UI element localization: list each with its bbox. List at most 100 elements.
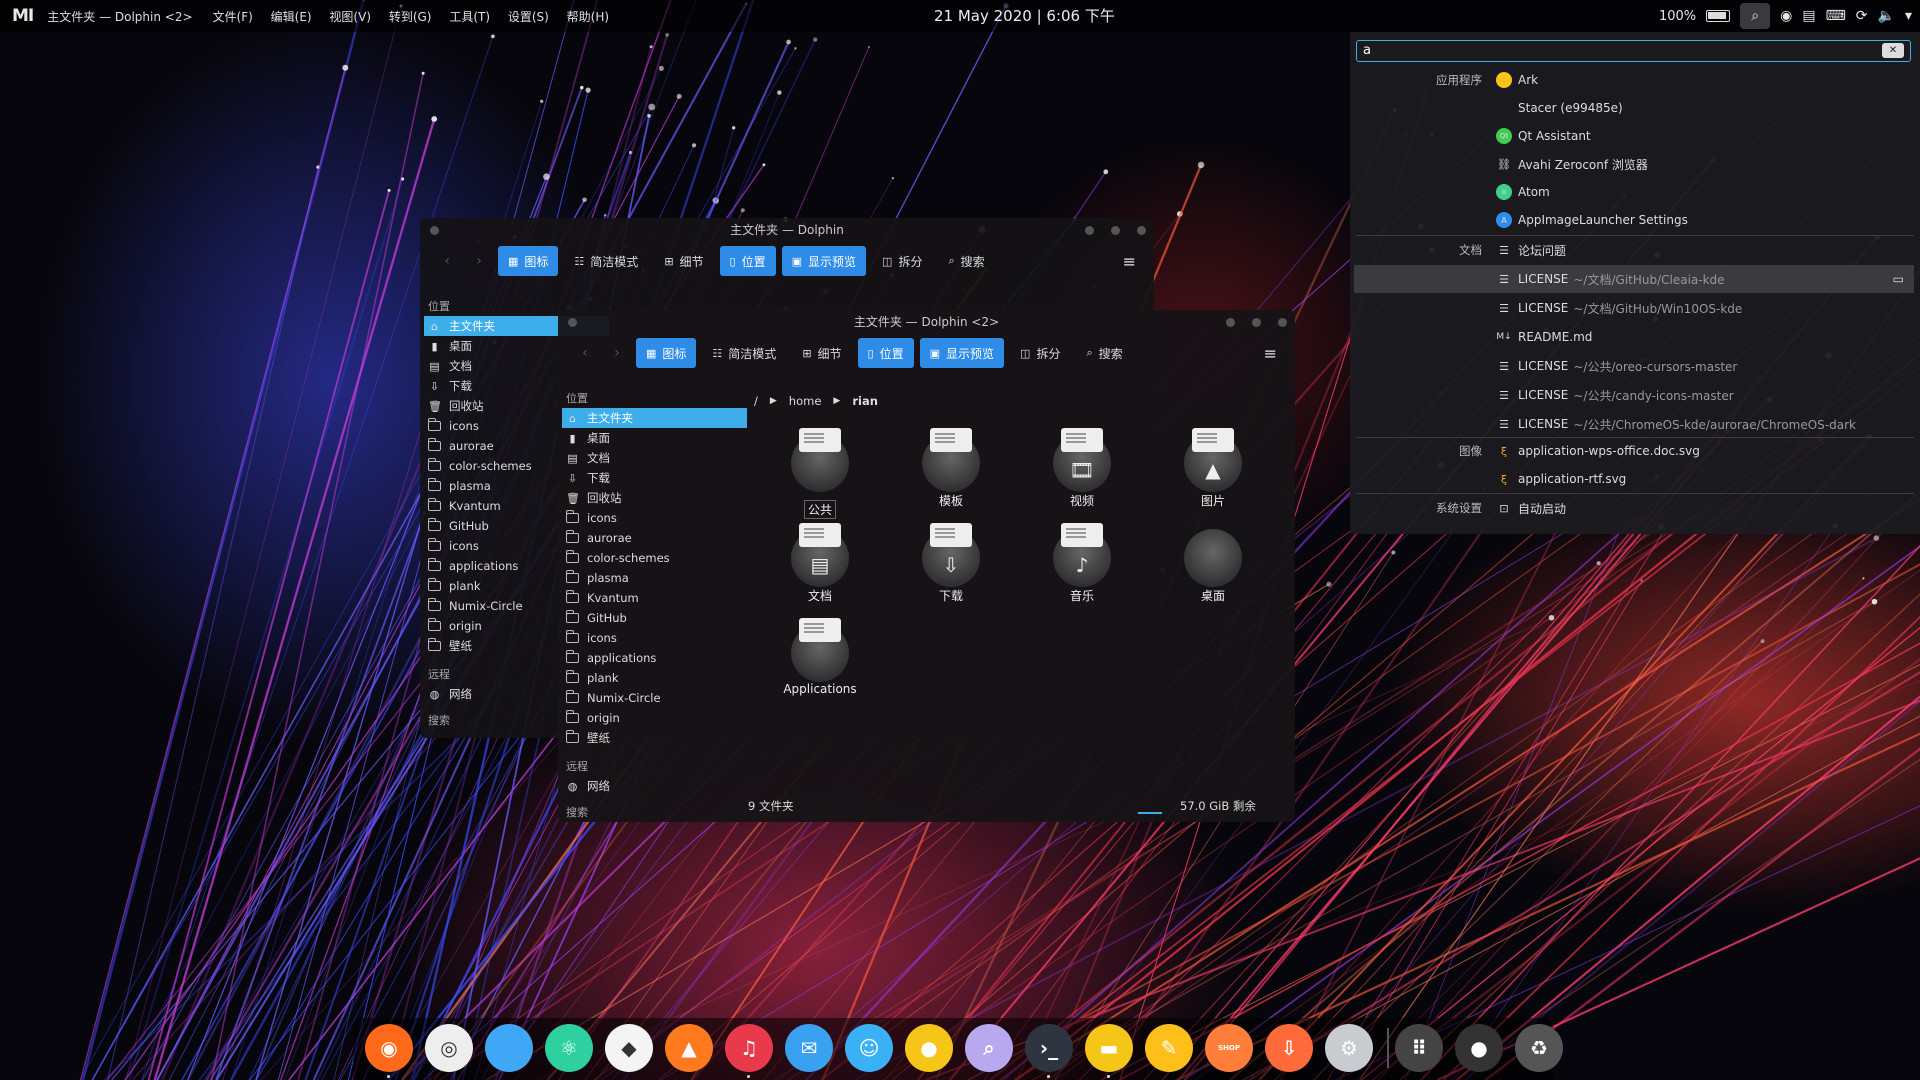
sidebar-item-folder[interactable]: plasma [562, 568, 747, 588]
hamburger-menu-icon[interactable]: ≡ [1264, 344, 1277, 363]
settings-icon[interactable]: ⚙ [1325, 1024, 1373, 1072]
result-row[interactable]: 应用程序 Ark [1350, 66, 1920, 94]
sidebar-item-folder[interactable]: icons [562, 508, 747, 528]
shop-icon[interactable]: SHOP [1205, 1024, 1253, 1072]
sidebar-item-folder[interactable]: 壁纸 [562, 728, 747, 748]
files-icon[interactable]: ▬ [1085, 1024, 1133, 1072]
clipboard-icon[interactable]: ▤ [1802, 8, 1815, 24]
krunner-search-input[interactable]: a ✕ [1356, 40, 1911, 62]
search-button[interactable]: ⌕ [1740, 3, 1771, 29]
menu-edit[interactable]: 编辑(E) [271, 10, 312, 24]
view-compact-button[interactable]: ☷ 简洁模式 [564, 246, 648, 276]
breadcrumb-home[interactable]: home [789, 394, 822, 408]
file-item[interactable]: ▤ 文档 [772, 523, 868, 604]
breadcrumb-user[interactable]: rian [852, 394, 878, 408]
preview-button[interactable]: ▣ 显示预览 [781, 246, 867, 276]
view-icons-button[interactable]: ▦ 图标 [636, 338, 697, 368]
zoom-slider[interactable] [1138, 812, 1162, 814]
view-icons-button[interactable]: ▦ 图标 [498, 246, 559, 276]
download-icon[interactable]: ⇩ [1265, 1024, 1313, 1072]
result-row[interactable]: ξ application-rtf.svg [1350, 465, 1920, 493]
netease-music-icon[interactable]: ♫ [725, 1024, 773, 1072]
forward-icon[interactable]: › [466, 253, 492, 269]
apps-grid-icon[interactable]: ⠿ [1395, 1024, 1443, 1072]
result-row[interactable]: ⛓ Avahi Zeroconf 浏览器 [1350, 150, 1920, 178]
window-menu-icon[interactable] [568, 318, 577, 327]
location-button[interactable]: ▯ 位置 [719, 246, 776, 276]
sidebar-item-folder[interactable]: plank [562, 668, 747, 688]
forward-icon[interactable]: › [604, 345, 630, 361]
editor-icon[interactable]: ✎ [1145, 1024, 1193, 1072]
minimize-icon[interactable] [1226, 318, 1235, 327]
window-menu-icon[interactable] [430, 226, 439, 235]
window-titlebar[interactable]: 主文件夹 — Dolphin [420, 218, 1154, 242]
sidebar-item-home[interactable]: ⌂ 主文件夹 [562, 408, 747, 428]
inkscape-icon[interactable]: ◆ [605, 1024, 653, 1072]
window-titlebar[interactable]: 主文件夹 — Dolphin <2> [558, 310, 1295, 334]
hamburger-menu-icon[interactable]: ≡ [1123, 252, 1136, 271]
sidebar-item-folder[interactable]: origin [562, 708, 747, 728]
result-row[interactable]: M↓ README.md [1350, 323, 1920, 351]
sidebar-item-folder[interactable]: Kvantum [562, 588, 747, 608]
vlc-icon[interactable]: ▲ [665, 1024, 713, 1072]
volume-icon[interactable]: 🔈 [1878, 8, 1895, 24]
result-row[interactable]: ⚛ Atom [1350, 178, 1920, 206]
view-compact-button[interactable]: ☷ 简洁模式 [702, 338, 786, 368]
battery-icon[interactable] [1706, 10, 1731, 22]
maximize-icon[interactable] [1111, 226, 1120, 235]
result-row[interactable]: ☰ LICENSE ~/公共/oreo-cursors-master [1350, 352, 1920, 380]
sidebar-item-documents[interactable]: ▤ 文档 [562, 448, 747, 468]
menu-settings[interactable]: 设置(S) [508, 10, 549, 24]
menu-tools[interactable]: 工具(T) [449, 10, 490, 24]
result-row[interactable]: ☰ LICENSE ~/公共/candy-icons-master [1350, 381, 1920, 409]
atom-icon[interactable]: ⚛ [545, 1024, 593, 1072]
result-row[interactable]: 文档 ☰ 论坛问题 [1350, 236, 1920, 264]
file-item[interactable]: Applications [772, 618, 868, 696]
location-button[interactable]: ▯ 位置 [857, 338, 914, 368]
sidebar-item-desktop[interactable]: ▮ 桌面 [562, 428, 747, 448]
menu-file[interactable]: 文件(F) [213, 10, 253, 24]
clock[interactable]: 21 May 2020 | 6:06 下午 [934, 0, 1115, 32]
menu-view[interactable]: 视图(V) [329, 10, 371, 24]
view-details-button[interactable]: ⊞ 细节 [792, 338, 851, 368]
result-row-highlighted[interactable]: ☰ LICENSE ~/文档/GitHub/Cleaia-kde ▭ [1354, 265, 1914, 293]
split-button[interactable]: ◫ 拆分 [1010, 338, 1070, 368]
dolphin-window-front[interactable]: 主文件夹 — Dolphin <2> ‹ › ▦ 图标 ☷ 简洁模式 ⊞ 细节 ▯ 位置… [558, 310, 1295, 822]
desktop-icon[interactable]: ● [1455, 1024, 1503, 1072]
back-icon[interactable]: ‹ [572, 345, 598, 361]
battery-percent[interactable]: 100% [1659, 9, 1696, 24]
maximize-icon[interactable] [1252, 318, 1261, 327]
github-icon[interactable] [485, 1024, 533, 1072]
menu-go[interactable]: 转到(G) [389, 10, 432, 24]
mi-logo[interactable]: MI [12, 6, 34, 26]
search-button[interactable]: ⌕ 搜索 [1076, 338, 1132, 368]
qq-icon[interactable]: ☺ [845, 1024, 893, 1072]
result-row[interactable]: Stacer (e99485e) [1350, 94, 1920, 122]
result-row[interactable]: 系统设置 ⊡ 自动启动 [1350, 494, 1920, 522]
browser-icon[interactable]: ◎ [425, 1024, 473, 1072]
split-button[interactable]: ◫ 拆分 [872, 246, 932, 276]
open-folder-icon[interactable]: ▭ [1893, 272, 1904, 286]
sidebar-item-downloads[interactable]: ⇩ 下载 [562, 468, 747, 488]
notes-icon[interactable]: ● [905, 1024, 953, 1072]
record-icon[interactable]: ◉ [1780, 8, 1792, 24]
file-item[interactable]: ▲ 图片 [1165, 428, 1261, 509]
result-row[interactable]: Qt Qt Assistant [1350, 122, 1920, 150]
sidebar-item-folder[interactable]: aurorae [562, 528, 747, 548]
view-details-button[interactable]: ⊞ 细节 [654, 246, 713, 276]
menu-help[interactable]: 帮助(H) [567, 10, 609, 24]
result-row[interactable]: ☰ LICENSE ~/公共/ChromeOS-kde/aurorae/Chrome… [1350, 410, 1920, 438]
close-icon[interactable] [1137, 226, 1146, 235]
file-item[interactable]: 🎞 视频 [1034, 428, 1130, 509]
update-icon[interactable]: ⟳ [1856, 8, 1868, 24]
result-row[interactable]: A AppImageLauncher Settings [1350, 206, 1920, 234]
close-icon[interactable] [1278, 318, 1287, 327]
preview-button[interactable]: ▣ 显示预览 [919, 338, 1005, 368]
clear-icon[interactable]: ✕ [1882, 43, 1904, 58]
sidebar-item-folder[interactable]: icons [562, 628, 747, 648]
sidebar-item-trash[interactable]: 🗑 回收站 [562, 488, 747, 508]
firefox-icon[interactable]: ◉ [365, 1024, 413, 1072]
keyboard-icon[interactable]: ⌨ [1826, 8, 1846, 24]
image-viewer-icon[interactable]: ⌕ [965, 1024, 1013, 1072]
file-item[interactable]: ♪ 音乐 [1034, 523, 1130, 604]
